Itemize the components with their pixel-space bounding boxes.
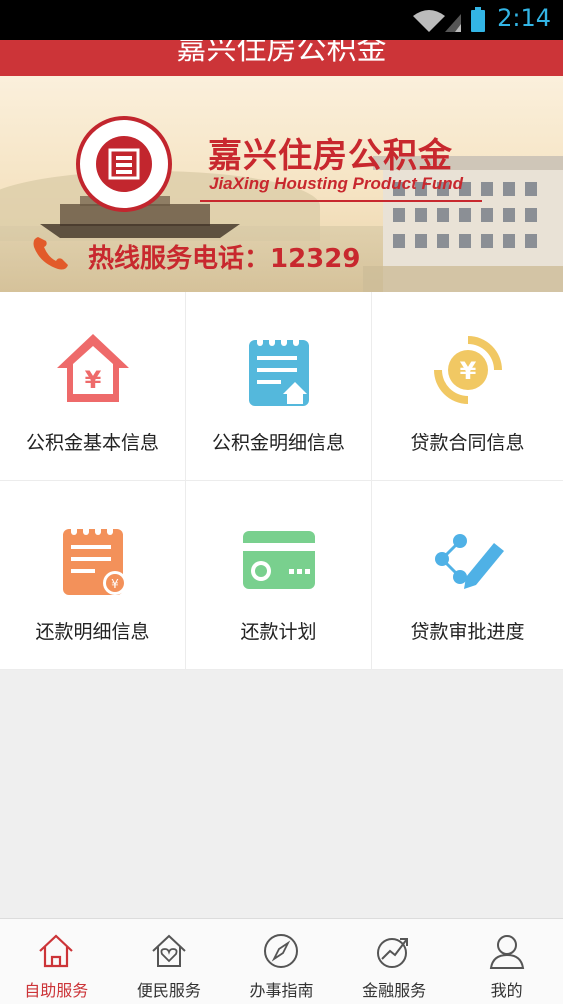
grid-item-repayment-plan[interactable]: 还款计划 bbox=[186, 481, 372, 670]
svg-text:¥: ¥ bbox=[459, 357, 476, 385]
signal-wifi-battery-icons bbox=[413, 7, 485, 32]
card-icon bbox=[242, 531, 315, 589]
tab-label: 我的 bbox=[490, 981, 523, 1000]
bottom-tabbar: 自助服务 便民服务 办事指南 金融服务 我的 bbox=[0, 918, 563, 1004]
compass-icon bbox=[264, 934, 299, 968]
grid-item-loan-progress[interactable]: 贷款审批进度 bbox=[372, 481, 563, 670]
house-yen-icon: ¥ bbox=[56, 334, 129, 402]
grid-item-label: 公积金基本信息 bbox=[25, 432, 159, 454]
grid-item-provident-detail[interactable]: 公积金明细信息 bbox=[186, 292, 372, 481]
page-title: 嘉兴住房公积金 bbox=[176, 40, 387, 67]
logo bbox=[76, 116, 172, 212]
tab-label: 便民服务 bbox=[136, 981, 201, 1000]
svg-text:¥: ¥ bbox=[111, 577, 119, 591]
wifi-icon bbox=[413, 10, 445, 32]
tab-guide[interactable]: 办事指南 bbox=[225, 919, 338, 1004]
grid-item-loan-contract[interactable]: ¥ 贷款合同信息 bbox=[372, 292, 563, 481]
share-pen-icon bbox=[434, 534, 504, 589]
phone-icon bbox=[33, 237, 68, 270]
grid-item-label: 贷款合同信息 bbox=[410, 432, 525, 454]
svg-text:¥: ¥ bbox=[84, 366, 101, 394]
logo-house-icon bbox=[108, 148, 140, 180]
user-icon bbox=[489, 935, 524, 969]
banner-subtitle: JiaXing Housting Product Fund bbox=[209, 174, 464, 193]
notepad-house-icon bbox=[248, 332, 309, 406]
hotline-text: 热线服务电话：12329 bbox=[88, 244, 361, 274]
tab-label: 金融服务 bbox=[362, 981, 427, 1000]
yen-cycle-icon: ¥ bbox=[433, 336, 502, 404]
tab-label: 自助服务 bbox=[24, 981, 89, 1000]
notepad-yen-icon: ¥ bbox=[62, 521, 127, 595]
banner[interactable]: 嘉兴住房公积金 JiaXing Housting Product Fund 热线… bbox=[0, 76, 563, 292]
tab-finance[interactable]: 金融服务 bbox=[338, 919, 451, 1004]
grid-item-label: 还款计划 bbox=[240, 621, 317, 643]
status-bar: 2:14 bbox=[0, 0, 563, 40]
tab-self-service[interactable]: 自助服务 bbox=[0, 919, 113, 1004]
home-icon bbox=[39, 934, 74, 968]
service-grid: ¥ 公积金基本信息 公积金明细信息 ¥ 贷款合同信息 ¥ 还款明细信息 还款计划… bbox=[0, 292, 563, 670]
grid-item-label: 公积金明细信息 bbox=[211, 432, 345, 454]
grid-item-label: 贷款审批进度 bbox=[410, 621, 525, 643]
title-bar: 嘉兴住房公积金 bbox=[0, 40, 563, 76]
tab-convenience[interactable]: 便民服务 bbox=[113, 919, 226, 1004]
grid-item-label: 还款明细信息 bbox=[35, 621, 150, 643]
grid-item-provident-basic[interactable]: ¥ 公积金基本信息 bbox=[0, 292, 186, 481]
tab-label: 办事指南 bbox=[249, 981, 314, 1000]
grid-item-repayment-detail[interactable]: ¥ 还款明细信息 bbox=[0, 481, 186, 670]
tab-mine[interactable]: 我的 bbox=[450, 919, 563, 1004]
battery-icon bbox=[471, 10, 485, 32]
heart-house-icon bbox=[152, 934, 186, 967]
clock: 2:14 bbox=[497, 4, 551, 32]
chart-growth-icon bbox=[377, 938, 409, 968]
banner-title: 嘉兴住房公积金 bbox=[208, 136, 453, 176]
